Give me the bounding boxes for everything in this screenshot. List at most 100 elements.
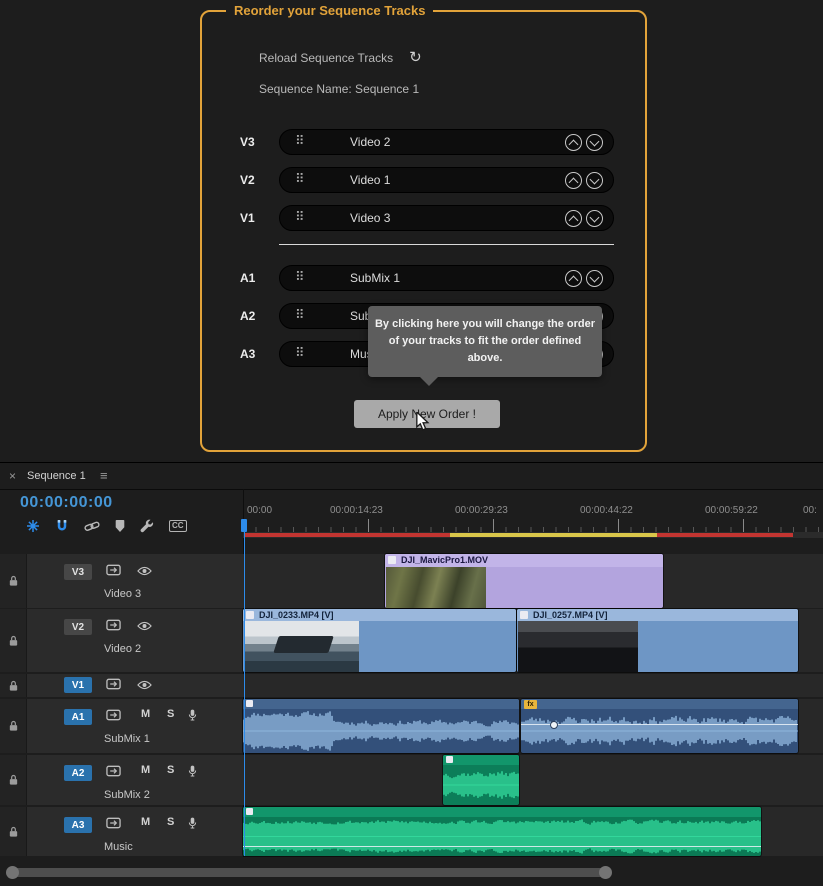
source-patch-icon[interactable] xyxy=(106,678,121,690)
track-lane-v3[interactable]: DJI_MavicPro1.MOV xyxy=(243,554,823,608)
sequence-tab[interactable]: Sequence 1 xyxy=(27,470,86,482)
track-pill-v1[interactable]: ⠿ Video 3 xyxy=(279,205,614,231)
refresh-icon[interactable]: ↻ xyxy=(409,50,422,65)
clip-thumbnail xyxy=(518,621,638,672)
track-lock-icon[interactable] xyxy=(8,680,19,692)
track-lock-icon[interactable] xyxy=(8,826,19,838)
source-patch-icon[interactable] xyxy=(106,564,121,576)
track-lane-a3[interactable] xyxy=(243,807,823,856)
drag-handle-icon[interactable]: ⠿ xyxy=(295,210,305,225)
chevron-down-icon xyxy=(590,272,600,282)
lock-strip xyxy=(0,807,27,856)
ruler-label: 00:00:44:22 xyxy=(580,505,633,516)
panel-title: Reorder your Sequence Tracks xyxy=(226,3,433,18)
render-bar xyxy=(243,532,823,538)
move-down-button[interactable] xyxy=(586,172,603,189)
move-down-button[interactable] xyxy=(586,270,603,287)
row-track-id: A1 xyxy=(240,271,255,285)
track-lock-icon[interactable] xyxy=(8,720,19,732)
scrollbar-thumb[interactable] xyxy=(13,868,605,877)
voiceover-mic-icon[interactable] xyxy=(188,708,197,722)
render-bar-red-segment xyxy=(657,533,793,537)
playhead-handle[interactable] xyxy=(241,519,247,532)
clip-dji-0257[interactable]: DJI_0257.MP4 [V] xyxy=(517,609,798,672)
track-lane-v1[interactable] xyxy=(243,674,823,697)
track-badge-v1[interactable]: V1 xyxy=(64,677,92,693)
volume-rubber-band[interactable] xyxy=(243,846,761,847)
clip-label: DJI_0257.MP4 [V] xyxy=(533,610,608,620)
drag-handle-icon[interactable]: ⠿ xyxy=(295,270,305,285)
playhead-timecode[interactable]: 00:00:00:00 xyxy=(20,494,113,512)
track-pill-v3[interactable]: ⠿ Video 2 xyxy=(279,129,614,155)
ruler-label: 00: xyxy=(803,505,817,516)
snap-magnet-icon[interactable] xyxy=(55,519,69,533)
track-badge-a1[interactable]: A1 xyxy=(64,709,92,725)
playhead-line[interactable] xyxy=(244,519,245,856)
audio-clip-a1-left[interactable] xyxy=(243,699,519,753)
audio-clip-a2[interactable] xyxy=(443,755,519,805)
panel-menu-icon[interactable]: ≡ xyxy=(100,468,108,483)
clip-fx-badge-icon xyxy=(246,611,254,619)
chevron-up-icon xyxy=(569,139,579,149)
track-badge-v3[interactable]: V3 xyxy=(64,564,92,580)
linked-selection-icon[interactable] xyxy=(84,520,100,532)
track-lock-icon[interactable] xyxy=(8,575,19,587)
move-down-button[interactable] xyxy=(586,134,603,151)
time-ruler[interactable]: 00:00 00:00:14:23 00:00:29:23 00:00:44:2… xyxy=(243,505,823,519)
track-badge-a3[interactable]: A3 xyxy=(64,817,92,833)
clip-dji-mavicpro1[interactable]: DJI_MavicPro1.MOV xyxy=(385,554,663,608)
thumbnail-detail xyxy=(273,636,334,653)
zoom-handle-left[interactable] xyxy=(6,866,19,879)
track-pill-v2[interactable]: ⠿ Video 1 xyxy=(279,167,614,193)
audio-clip-a1-right[interactable]: fx xyxy=(521,699,798,753)
reorder-tracks-panel: Reorder your Sequence Tracks Reload Sequ… xyxy=(200,10,647,452)
source-patch-icon[interactable] xyxy=(106,619,121,631)
zoom-handle-right[interactable] xyxy=(599,866,612,879)
row-track-id: V2 xyxy=(240,173,255,187)
source-patch-icon[interactable] xyxy=(106,817,121,829)
solo-button[interactable]: S xyxy=(167,764,174,776)
voiceover-mic-icon[interactable] xyxy=(188,816,197,830)
keyframe-dot[interactable] xyxy=(550,721,558,729)
solo-button[interactable]: S xyxy=(167,708,174,720)
move-down-button[interactable] xyxy=(586,210,603,227)
close-panel-icon[interactable]: × xyxy=(9,469,16,483)
nest-sequence-icon[interactable] xyxy=(26,519,40,533)
mute-button[interactable]: M xyxy=(141,708,150,720)
move-up-button[interactable] xyxy=(565,270,582,287)
drag-handle-icon[interactable]: ⠿ xyxy=(295,308,305,323)
clip-dji-0233[interactable]: DJI_0233.MP4 [V] xyxy=(243,609,516,672)
track-lane-a2[interactable] xyxy=(243,755,823,805)
source-patch-icon[interactable] xyxy=(106,709,121,721)
track-badge-a2[interactable]: A2 xyxy=(64,765,92,781)
drag-handle-icon[interactable]: ⠿ xyxy=(295,346,305,361)
track-lane-v2[interactable]: DJI_0233.MP4 [V] DJI_0257.MP4 [V] xyxy=(243,609,823,672)
solo-button[interactable]: S xyxy=(167,816,174,828)
toggle-track-output-eye-icon[interactable] xyxy=(137,566,152,576)
track-lock-icon[interactable] xyxy=(8,774,19,786)
toggle-track-output-eye-icon[interactable] xyxy=(137,621,152,631)
drag-handle-icon[interactable]: ⠿ xyxy=(295,134,305,149)
move-up-button[interactable] xyxy=(565,172,582,189)
captions-icon[interactable]: CC xyxy=(169,520,187,532)
audio-waveform xyxy=(243,817,761,856)
drag-handle-icon[interactable]: ⠿ xyxy=(295,172,305,187)
audio-clip-music[interactable] xyxy=(243,807,761,856)
track-lock-icon[interactable] xyxy=(8,635,19,647)
toggle-track-output-eye-icon[interactable] xyxy=(137,680,152,690)
track-header-v2: V2 Video 2 xyxy=(0,609,243,672)
ruler-ticks[interactable] xyxy=(243,519,823,532)
move-up-button[interactable] xyxy=(565,210,582,227)
track-pill-a1[interactable]: ⠿ SubMix 1 xyxy=(279,265,614,291)
reorder-row-a1: A1 ⠿ SubMix 1 xyxy=(202,265,645,291)
track-badge-v2[interactable]: V2 xyxy=(64,619,92,635)
source-patch-icon[interactable] xyxy=(106,765,121,777)
volume-rubber-band[interactable] xyxy=(521,724,798,725)
add-marker-icon[interactable] xyxy=(115,519,125,533)
mute-button[interactable]: M xyxy=(141,764,150,776)
move-up-button[interactable] xyxy=(565,134,582,151)
voiceover-mic-icon[interactable] xyxy=(188,764,197,778)
track-lane-a1[interactable]: fx xyxy=(243,699,823,753)
timeline-settings-wrench-icon[interactable] xyxy=(140,519,154,533)
mute-button[interactable]: M xyxy=(141,816,150,828)
